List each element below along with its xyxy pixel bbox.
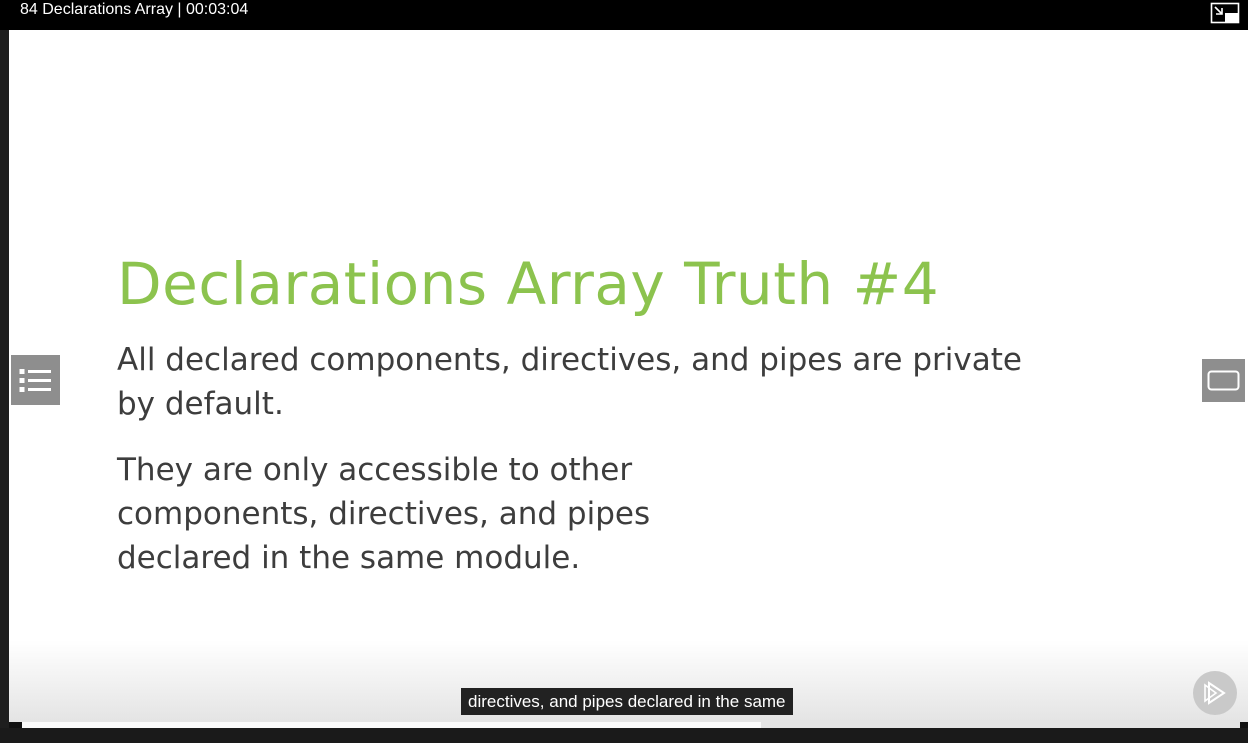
video-title: 84 Declarations Array | 00:03:04 [20,1,249,18]
slide-heading: Declarations Array Truth #4 [117,250,940,318]
play-button[interactable] [1193,671,1237,715]
title-bar: 84 Declarations Array | 00:03:04 [0,0,1248,30]
table-of-contents-button[interactable] [11,355,60,405]
list-icon [19,369,51,392]
play-icon [1204,681,1226,705]
exit-fullscreen-icon [1210,2,1240,24]
controls-bar [0,728,1248,743]
exit-fullscreen-button[interactable] [1210,2,1240,24]
left-edge [0,30,9,743]
slide-paragraph-2: They are only accessible to other compon… [117,452,651,576]
theater-mode-button[interactable] [1202,359,1245,402]
video-player: 84 Declarations Array | 00:03:04 Declara… [0,0,1248,743]
slide-paragraph-1: All declared components, directives, and… [117,342,1022,422]
theater-mode-icon [1207,370,1240,391]
closed-caption: directives, and pipes declared in the sa… [461,688,793,715]
